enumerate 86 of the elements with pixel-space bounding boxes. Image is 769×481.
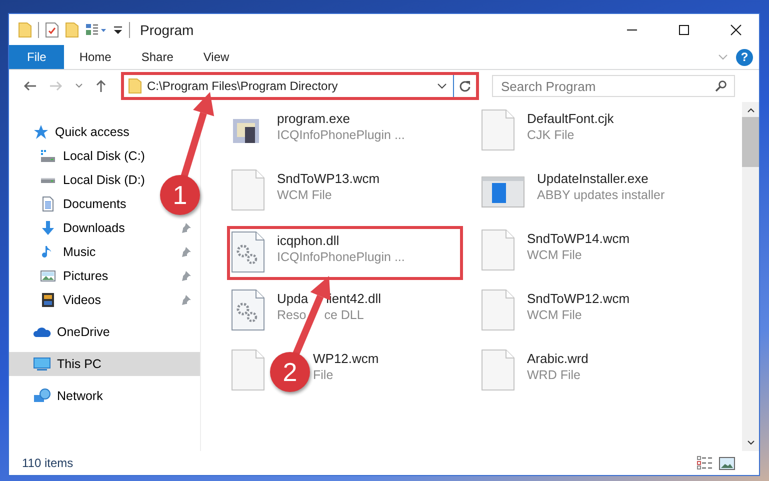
- close-icon[interactable]: [730, 24, 742, 36]
- maximize-icon[interactable]: [678, 24, 690, 36]
- file-name: DefaultFont.cjk: [527, 111, 614, 126]
- star-icon: [33, 124, 49, 140]
- file-name: Upda: [277, 291, 308, 306]
- file-tile[interactable]: DefaultFont.cjk CJK File: [477, 106, 713, 160]
- file-tile[interactable]: Upda lient42.dll Reso ce DLL: [227, 286, 463, 340]
- settings-file-icon: [231, 231, 265, 273]
- item-count: 110 items: [22, 456, 74, 470]
- network-icon: [33, 388, 51, 404]
- document-icon: [40, 196, 56, 212]
- pin-icon[interactable]: [181, 295, 191, 305]
- ribbon-tab[interactable]: View: [188, 45, 244, 69]
- nav-item[interactable]: Pictures: [9, 264, 200, 288]
- dropdown-icon[interactable]: [437, 83, 447, 89]
- file-tile[interactable]: SndToWP12.wcm WCM File: [477, 286, 713, 340]
- file-icon: [481, 109, 515, 151]
- file-type: CJK File: [527, 128, 574, 142]
- file-name: WP12.wcm: [313, 351, 379, 366]
- file-type: WCM File: [277, 188, 332, 202]
- pin-icon[interactable]: [181, 223, 191, 233]
- picture-icon: [40, 268, 56, 284]
- search-icon[interactable]: [715, 80, 727, 92]
- file-name: SndToWP12.wcm: [527, 291, 630, 306]
- file-type: ICQInfoPhonePlugin ...: [277, 250, 405, 264]
- drive-icon: [40, 148, 56, 164]
- computer-icon: [33, 356, 51, 372]
- ribbon-tab[interactable]: Share: [126, 45, 188, 69]
- file-tile[interactable]: icqphon.dll ICQInfoPhonePlugin ...: [227, 226, 463, 280]
- details-view-icon[interactable]: [697, 456, 713, 470]
- settings-file-icon: [231, 289, 265, 331]
- file-name: Arabic.wrd: [527, 351, 588, 366]
- nav-item[interactable]: Documents: [9, 192, 130, 216]
- file-tile[interactable]: SndToWP14.wcm WCM File: [477, 226, 713, 280]
- file-type: ce DLL: [324, 308, 364, 322]
- window-title: Program: [140, 22, 195, 38]
- nav-item[interactable]: Music: [9, 240, 200, 264]
- pin-icon[interactable]: [181, 247, 191, 257]
- file-icon: [231, 349, 265, 391]
- scroll-up-icon[interactable]: [746, 107, 754, 113]
- file-icon: [481, 229, 515, 271]
- pin-icon[interactable]: [181, 271, 191, 281]
- file-icon: [481, 349, 515, 391]
- file-type: Reso: [277, 308, 306, 322]
- large-icons-view-icon[interactable]: [719, 456, 735, 470]
- file-tile[interactable]: program.exe ICQInfoPhonePlugin ...: [227, 106, 463, 160]
- file-type: WRD File: [527, 368, 580, 382]
- nav-item[interactable]: This PC: [9, 352, 200, 376]
- file-name: SndToWP13.wcm: [277, 171, 380, 186]
- properties-icon[interactable]: [45, 22, 59, 38]
- file-name: SndToWP14.wcm: [527, 231, 630, 246]
- nav-item[interactable]: OneDrive: [9, 320, 114, 344]
- help-button[interactable]: ?: [736, 48, 753, 66]
- nav-item[interactable]: Quick access: [9, 120, 134, 144]
- file-type: ICQInfoPhonePlugin ...: [277, 128, 405, 142]
- file-name: program.exe: [277, 111, 350, 126]
- ribbon-tab[interactable]: File: [9, 45, 64, 69]
- customize-toolbar-icon[interactable]: [113, 24, 123, 36]
- view-dropdown-icon[interactable]: [85, 22, 107, 36]
- file-name: UpdateInstaller.exe: [537, 171, 648, 186]
- file-name: lient42.dll: [326, 291, 382, 306]
- file-type: ABBY updates installer: [537, 188, 665, 202]
- nav-item[interactable]: Local Disk (C:): [9, 144, 149, 168]
- file-tile[interactable]: UpdateInstaller.exe ABBY updates installer: [477, 166, 713, 220]
- film-icon: [40, 292, 56, 308]
- nav-item[interactable]: Network: [9, 384, 107, 408]
- nav-item[interactable]: Downloads: [9, 216, 200, 240]
- file-type: File: [313, 368, 334, 382]
- scrollbar-thumb[interactable]: [742, 117, 759, 167]
- file-icon: [481, 289, 515, 331]
- file-type: WCM File: [527, 248, 582, 262]
- file-type: WCM File: [527, 308, 582, 322]
- scroll-down-icon[interactable]: [746, 440, 754, 446]
- search-field[interactable]: Search Program: [492, 75, 735, 97]
- nav-item[interactable]: Videos: [9, 288, 200, 312]
- nav-item[interactable]: Local Disk (D:): [9, 168, 149, 192]
- address-field[interactable]: C:\Program Files\Program Directory: [121, 72, 479, 100]
- file-tile[interactable]: SndToWP13.wcm WCM File: [227, 166, 463, 220]
- file-name: icqphon.dll: [277, 233, 340, 248]
- drive-icon: [41, 178, 55, 182]
- download-icon: [40, 220, 56, 236]
- folder-icon: [128, 78, 142, 94]
- file-icon: [231, 169, 265, 211]
- refresh-icon[interactable]: [459, 80, 471, 92]
- ribbon-tab[interactable]: Home: [64, 45, 126, 69]
- file-tile[interactable]: Arabic.wrd WRD File: [477, 346, 713, 400]
